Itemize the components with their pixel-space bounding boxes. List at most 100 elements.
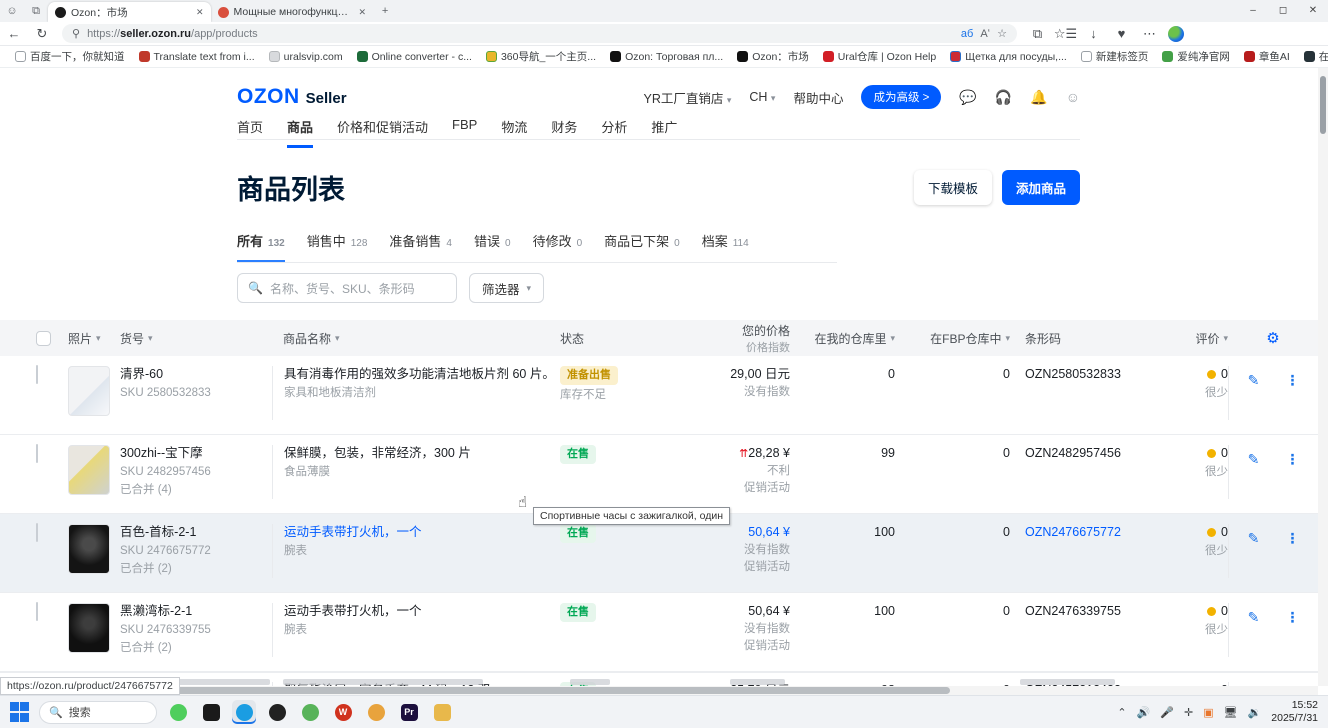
row-menu-icon[interactable]: ⋮ <box>1285 372 1299 420</box>
select-all-checkbox[interactable] <box>36 331 51 346</box>
row-checkbox[interactable] <box>36 444 38 463</box>
start-button[interactable] <box>10 702 30 722</box>
speaker-icon[interactable]: 🔉 <box>1248 706 1262 719</box>
product-thumbnail[interactable] <box>68 445 110 495</box>
table-row[interactable]: 百色-首标-2-1SKU 2476675772已合并 (2) 运动手表带打火机，… <box>0 514 1318 593</box>
taskbar-app-premiere[interactable]: Pr <box>397 700 421 724</box>
bookmark-item[interactable]: 360导航_一个主页... <box>479 49 603 64</box>
close-button[interactable]: ✕ <box>1298 0 1328 22</box>
bookmark-item[interactable]: Ural仓库 | Ozon Help <box>816 49 943 64</box>
table-row[interactable]: 300zhi--宝下摩SKU 2482957456已合并 (4) 保鲜膜，包装，… <box>0 435 1318 514</box>
row-checkbox[interactable] <box>36 523 38 542</box>
product-name-cell[interactable]: 运动手表带打火机，一个腕表 <box>272 603 560 657</box>
help-center-link[interactable]: 帮助中心 <box>793 88 843 107</box>
bookmark-item[interactable]: Ozon：市场 <box>730 49 816 64</box>
nav-item-财务[interactable]: 财务 <box>551 117 577 148</box>
browser-tab[interactable]: Мощные многофункциональнь✕ <box>211 2 374 22</box>
taskbar-app-app-dark[interactable] <box>265 700 289 724</box>
col-rating[interactable]: 评价▾ <box>1130 330 1228 347</box>
language-selector[interactable]: CH ▾ <box>749 90 775 104</box>
taskbar-search[interactable]: 🔍 搜索 <box>39 701 157 724</box>
row-menu-icon[interactable]: ⋮ <box>1285 451 1299 499</box>
account-icon[interactable]: ☺ <box>1066 89 1080 105</box>
bookmark-item[interactable]: uralsvip.com <box>262 51 350 63</box>
col-photo[interactable]: 照片▾ <box>68 330 120 347</box>
taskbar-app-qq[interactable] <box>199 700 223 724</box>
taskbar-app-wps[interactable]: W <box>331 700 355 724</box>
edit-icon[interactable]: ✎ <box>1248 451 1260 499</box>
nav-item-FBP[interactable]: FBP <box>452 117 477 148</box>
col-fbp-warehouse[interactable]: 在FBP仓库中▾ <box>895 330 1010 347</box>
search-input[interactable]: 🔍 名称、货号、SKU、条形码 <box>237 273 457 303</box>
nav-item-商品[interactable]: 商品 <box>287 117 313 148</box>
microphone-icon[interactable]: 🎤 <box>1160 706 1174 719</box>
row-menu-icon[interactable]: ⋮ <box>1285 530 1299 578</box>
filter-tab[interactable]: 错误0 <box>474 231 511 262</box>
bookmark-item[interactable]: 章鱼AI <box>1237 49 1297 64</box>
product-name-cell[interactable]: 运动手表带打火机，一个腕表 <box>272 524 560 578</box>
tray-chevron-icon[interactable]: ⌃ <box>1117 706 1126 719</box>
chat-icon[interactable]: 💬 <box>959 89 976 106</box>
bookmark-item[interactable]: Online converter - c... <box>350 51 479 63</box>
row-menu-icon[interactable]: ⋮ <box>1285 609 1299 657</box>
product-name-cell[interactable]: 具有消毒作用的强效多功能清洁地板片剂 60 片。家具和地板清洁剂 <box>272 366 560 420</box>
headset-icon[interactable]: 🎧 <box>995 89 1012 106</box>
add-product-button[interactable]: 添加商品 <box>1002 170 1080 205</box>
table-row[interactable]: 清界-60SKU 2580532833 具有消毒作用的强效多功能清洁地板片剂 6… <box>0 356 1318 435</box>
browser-avatar[interactable] <box>1168 26 1184 42</box>
profile-icon[interactable]: ☺ <box>0 5 24 17</box>
filter-tab[interactable]: 商品已下架0 <box>604 231 680 262</box>
bell-icon[interactable]: 🔔 <box>1030 89 1047 106</box>
col-article[interactable]: 货号▾ <box>120 330 272 347</box>
filter-tab[interactable]: 销售中128 <box>307 231 368 262</box>
display-icon[interactable]: 🖥 <box>1224 706 1238 719</box>
nav-item-分析[interactable]: 分析 <box>601 117 627 148</box>
product-thumbnail[interactable] <box>68 524 110 574</box>
product-thumbnail[interactable] <box>68 603 110 653</box>
sogou-icon[interactable]: ▣ <box>1203 706 1213 719</box>
table-settings-gear-icon[interactable]: ⚙ <box>1228 329 1318 347</box>
horizontal-scrollbar[interactable] <box>0 686 1318 695</box>
favorites-bar-icon[interactable]: ☆☰ <box>1053 26 1078 42</box>
filter-tab[interactable]: 待修改0 <box>533 231 583 262</box>
product-name-cell[interactable]: 保鲜膜，包装，非常经济，300 片食品薄膜 <box>272 445 560 499</box>
bookmark-item[interactable]: Щетка для посуды,... <box>943 51 1074 63</box>
filter-tab[interactable]: 准备销售4 <box>389 231 452 262</box>
taskbar-app-wechat[interactable] <box>166 700 190 724</box>
favorite-star-icon[interactable]: ☆ <box>997 27 1007 40</box>
tab-close-icon[interactable]: ✕ <box>359 7 367 18</box>
vertical-scrollbar[interactable] <box>1318 68 1328 686</box>
store-selector[interactable]: YR工厂直销店 ▾ <box>643 88 731 107</box>
tab-close-icon[interactable]: ✕ <box>196 7 204 18</box>
edit-icon[interactable]: ✎ <box>1248 530 1260 578</box>
product-thumbnail[interactable] <box>68 366 110 416</box>
taskbar-app-browser360[interactable] <box>364 700 388 724</box>
taskbar-app-app-green[interactable] <box>298 700 322 724</box>
edit-icon[interactable]: ✎ <box>1248 372 1260 420</box>
bookmark-item[interactable]: Translate text from i... <box>132 51 262 63</box>
premium-button[interactable]: 成为高级 > <box>861 85 941 109</box>
taskbar-app-edge[interactable] <box>232 700 256 724</box>
nav-item-推广[interactable]: 推广 <box>651 117 677 148</box>
bookmark-item[interactable]: 爱纯净官网 <box>1155 49 1237 64</box>
downloads-icon[interactable]: ↓ <box>1081 26 1106 41</box>
more-menu-icon[interactable]: ⋯ <box>1137 26 1162 42</box>
bookmark-item[interactable]: 在线转换器 - 免费... <box>1297 49 1328 64</box>
table-row[interactable]: 黑濑湾标-2-1SKU 2476339755已合并 (2) 运动手表带打火机，一… <box>0 593 1318 672</box>
filter-button[interactable]: 筛选器▾ <box>469 273 544 303</box>
browser-essentials-icon[interactable]: ♥ <box>1109 26 1134 41</box>
ozon-logo[interactable]: OZONSeller <box>237 85 347 109</box>
taskbar-app-folder[interactable] <box>430 700 454 724</box>
volume-icon[interactable]: 🔊 <box>1137 706 1151 719</box>
nav-item-首页[interactable]: 首页 <box>237 117 263 148</box>
refresh-icon[interactable]: ↻ <box>28 26 56 42</box>
taskbar-clock[interactable]: 15:52 2025/7/31 <box>1271 699 1318 725</box>
row-checkbox[interactable] <box>36 602 38 621</box>
translate-icon[interactable]: aб <box>961 28 973 40</box>
bookmark-item[interactable]: 新建标签页 <box>1074 49 1156 64</box>
filter-tab[interactable]: 所有132 <box>237 231 285 262</box>
new-tab-button[interactable]: + <box>373 5 397 17</box>
filter-tab[interactable]: 档案114 <box>702 231 749 262</box>
read-aloud-icon[interactable]: Aʻ <box>980 28 990 40</box>
download-template-button[interactable]: 下载模板 <box>914 170 992 205</box>
